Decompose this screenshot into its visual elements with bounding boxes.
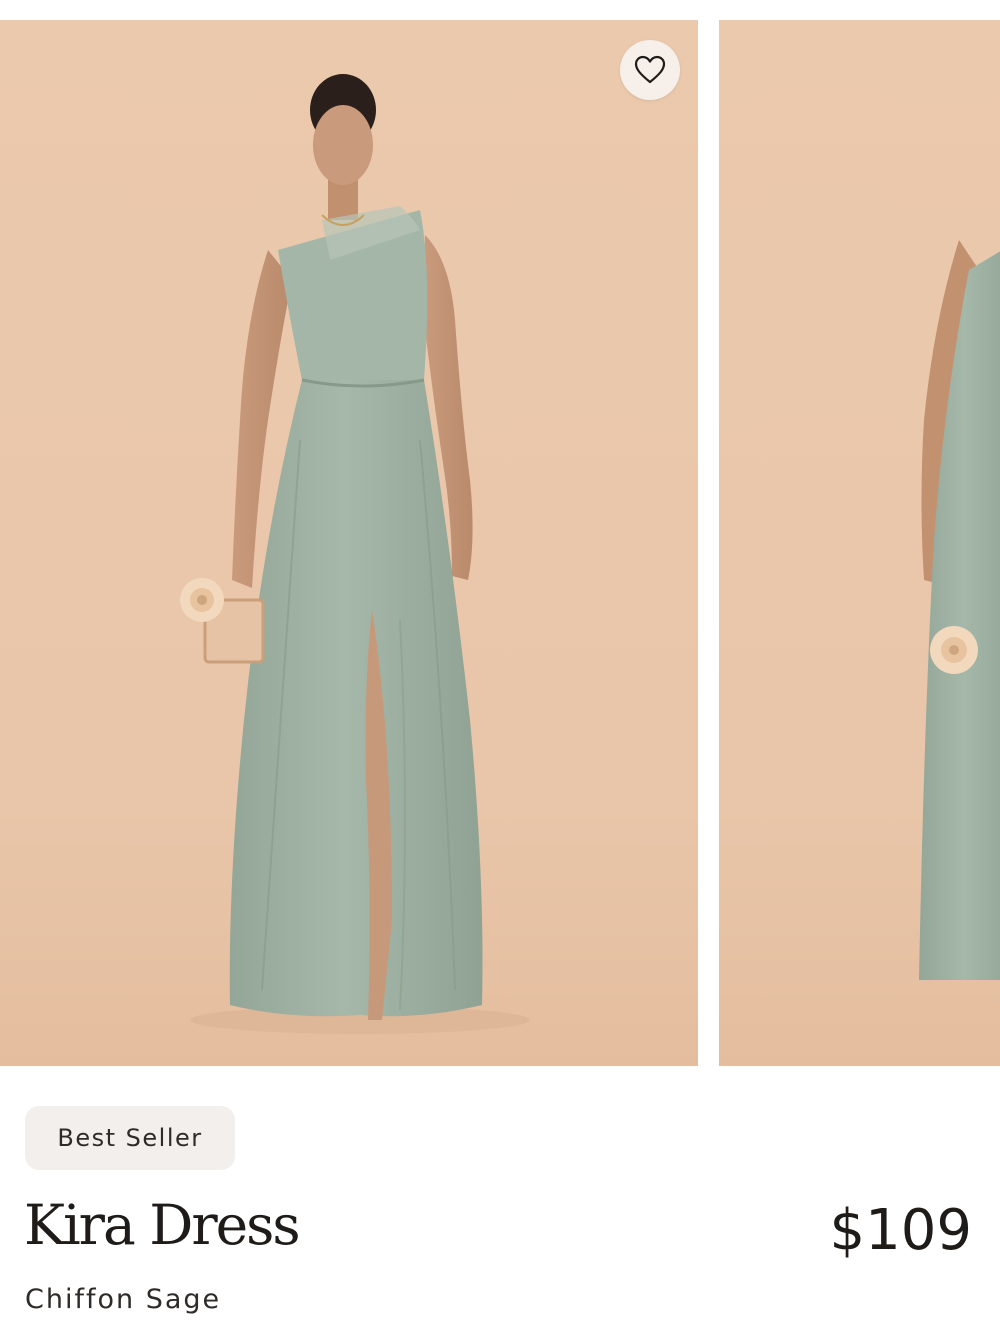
product-price: $109: [829, 1198, 972, 1263]
product-photo-main[interactable]: [0, 20, 698, 1066]
model-illustration: [0, 20, 698, 1066]
image-carousel[interactable]: [0, 20, 1000, 1066]
best-seller-badge: Best Seller: [25, 1106, 235, 1170]
heart-outline-icon: [634, 55, 666, 84]
product-photo-secondary[interactable]: [719, 20, 1000, 1066]
product-name[interactable]: Kira Dress: [24, 1198, 301, 1253]
favorite-button[interactable]: [620, 40, 680, 100]
product-card: Best Seller Kira Dress $109 Chiffon Sage: [0, 0, 1000, 1333]
product-variant: Chiffon Sage: [25, 1284, 222, 1315]
model-illustration-secondary: [719, 20, 1000, 1066]
